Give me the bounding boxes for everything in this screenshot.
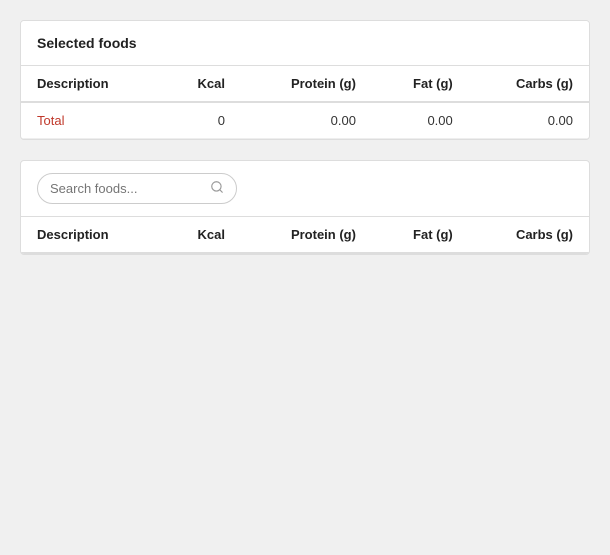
selected-foods-table-wrapper: Description Kcal Protein (g) Fat (g) Car…	[21, 66, 589, 139]
col-protein: Protein (g)	[241, 66, 372, 102]
total-row: Total 0 0.00 0.00 0.00	[21, 102, 589, 139]
search-col-protein: Protein (g)	[241, 217, 372, 253]
selected-foods-header-row: Description Kcal Protein (g) Fat (g) Car…	[21, 66, 589, 102]
search-input[interactable]	[50, 181, 210, 196]
search-bar-container[interactable]	[37, 173, 237, 204]
search-foods-table-wrapper: Description Kcal Protein (g) Fat (g) Car…	[21, 217, 589, 254]
search-icon	[210, 180, 224, 197]
total-label: Total	[21, 102, 161, 139]
search-bar-wrapper	[21, 161, 589, 217]
col-kcal: Kcal	[161, 66, 241, 102]
search-foods-header-row: Description Kcal Protein (g) Fat (g) Car…	[21, 217, 589, 253]
search-foods-table: Description Kcal Protein (g) Fat (g) Car…	[21, 217, 589, 254]
search-foods-panel: Description Kcal Protein (g) Fat (g) Car…	[20, 160, 590, 255]
total-fat: 0.00	[372, 102, 469, 139]
selected-foods-panel: Selected foods Description Kcal Protein …	[20, 20, 590, 140]
col-fat: Fat (g)	[372, 66, 469, 102]
total-protein: 0.00	[241, 102, 372, 139]
selected-foods-table: Description Kcal Protein (g) Fat (g) Car…	[21, 66, 589, 139]
search-col-kcal: Kcal	[161, 217, 241, 253]
selected-foods-title: Selected foods	[37, 35, 137, 51]
selected-foods-header: Selected foods	[21, 21, 589, 66]
col-description: Description	[21, 66, 161, 102]
total-kcal: 0	[161, 102, 241, 139]
col-carbs: Carbs (g)	[469, 66, 589, 102]
search-col-fat: Fat (g)	[372, 217, 469, 253]
total-carbs: 0.00	[469, 102, 589, 139]
search-col-description: Description	[21, 217, 161, 253]
search-col-carbs: Carbs (g)	[469, 217, 589, 253]
